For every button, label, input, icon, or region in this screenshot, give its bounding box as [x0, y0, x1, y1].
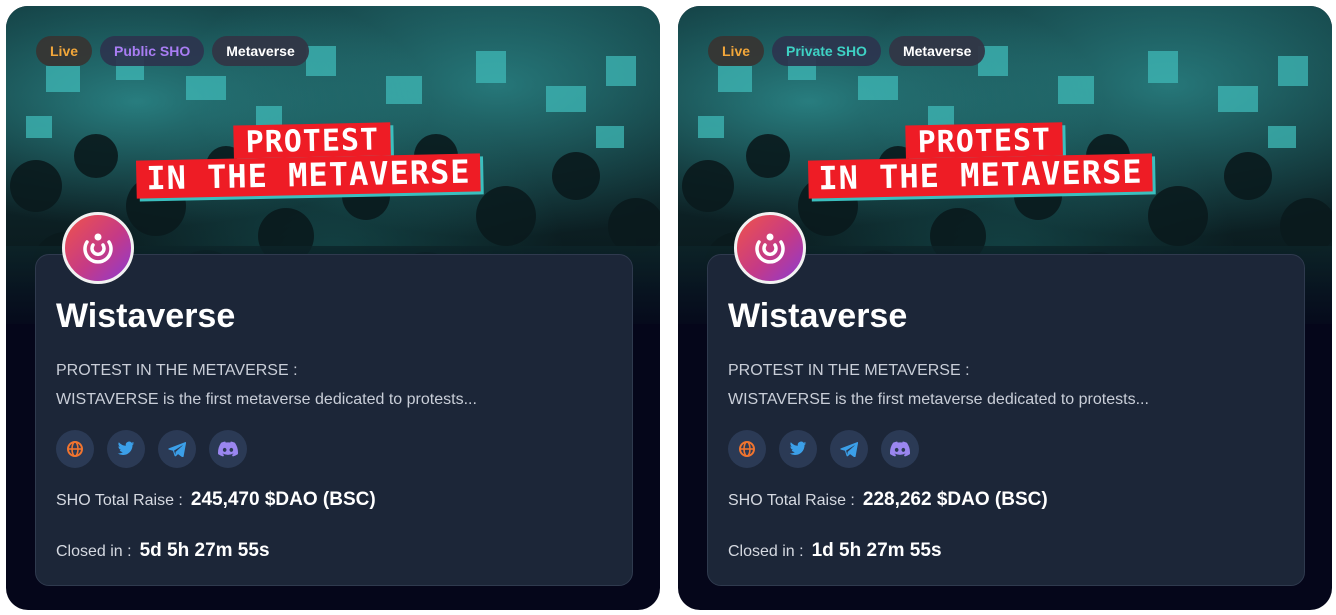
total-raise-row: SHO Total Raise : 245,470 $DAO (BSC): [56, 489, 376, 511]
project-avatar[interactable]: [62, 212, 134, 284]
telegram-link[interactable]: [158, 430, 196, 468]
closed-in-label: Closed in :: [56, 543, 132, 560]
wistaverse-logo-icon: [755, 233, 785, 264]
sale-type-badge: Public SHO: [100, 36, 205, 66]
banner-title: PROTEST IN THE METAVERSE: [807, 120, 1153, 199]
banner-title: PROTEST IN THE METAVERSE: [135, 120, 481, 199]
discord-link[interactable]: [209, 430, 247, 468]
countdown-value: 1d 5h 27m 55s: [811, 540, 942, 561]
project-description: PROTEST IN THE METAVERSE : WISTAVERSE is…: [56, 356, 616, 414]
twitter-link[interactable]: [107, 430, 145, 468]
sale-type-badge: Private SHO: [772, 36, 881, 66]
description-line-2: WISTAVERSE is the first metaverse dedica…: [728, 391, 1149, 408]
tag-list: Live Private SHO Metaverse: [708, 36, 986, 66]
total-raise-label: SHO Total Raise :: [728, 492, 855, 509]
banner-title-line-1: PROTEST: [233, 122, 392, 160]
total-raise-value: 228,262 $DAO (BSC): [862, 489, 1048, 510]
description-line-1: PROTEST IN THE METAVERSE :: [728, 362, 970, 379]
discord-icon: [218, 441, 238, 457]
sho-card-list: Live Public SHO Metaverse PROTEST IN THE…: [0, 0, 1336, 615]
banner-title-line-2: IN THE METAVERSE: [807, 153, 1153, 199]
globe-icon: [67, 441, 83, 457]
telegram-link[interactable]: [830, 430, 868, 468]
discord-icon: [890, 441, 910, 457]
status-badge: Live: [36, 36, 93, 66]
telegram-icon: [840, 442, 858, 457]
sho-card[interactable]: Live Private SHO Metaverse PROTEST IN TH…: [678, 6, 1332, 610]
banner-title-line-1: PROTEST: [905, 122, 1064, 160]
status-badge: Live: [708, 36, 765, 66]
closed-in-label: Closed in :: [728, 543, 804, 560]
total-raise-row: SHO Total Raise : 228,262 $DAO (BSC): [728, 489, 1048, 511]
closing-time-row: Closed in : 5d 5h 27m 55s: [56, 540, 270, 562]
tag-list: Live Public SHO Metaverse: [36, 36, 309, 66]
total-raise-label: SHO Total Raise :: [56, 492, 183, 509]
twitter-icon: [789, 441, 807, 456]
sho-card[interactable]: Live Public SHO Metaverse PROTEST IN THE…: [6, 6, 660, 610]
total-raise-value: 245,470 $DAO (BSC): [190, 489, 376, 510]
project-info-panel: Wistaverse PROTEST IN THE METAVERSE : WI…: [707, 254, 1305, 586]
globe-icon: [739, 441, 755, 457]
social-links: [728, 430, 919, 468]
website-link[interactable]: [728, 430, 766, 468]
twitter-link[interactable]: [779, 430, 817, 468]
project-description: PROTEST IN THE METAVERSE : WISTAVERSE is…: [728, 356, 1288, 414]
project-avatar[interactable]: [734, 212, 806, 284]
countdown-value: 5d 5h 27m 55s: [139, 540, 270, 561]
project-info-panel: Wistaverse PROTEST IN THE METAVERSE : WI…: [35, 254, 633, 586]
website-link[interactable]: [56, 430, 94, 468]
discord-link[interactable]: [881, 430, 919, 468]
banner-title-line-2: IN THE METAVERSE: [135, 153, 481, 199]
category-badge: Metaverse: [212, 36, 309, 66]
social-links: [56, 430, 247, 468]
closing-time-row: Closed in : 1d 5h 27m 55s: [728, 540, 942, 562]
wistaverse-logo-icon: [83, 233, 113, 264]
description-line-1: PROTEST IN THE METAVERSE :: [56, 362, 298, 379]
description-line-2: WISTAVERSE is the first metaverse dedica…: [56, 391, 477, 408]
telegram-icon: [168, 442, 186, 457]
twitter-icon: [117, 441, 135, 456]
project-name[interactable]: Wistaverse: [56, 297, 235, 336]
category-badge: Metaverse: [888, 36, 986, 66]
project-name[interactable]: Wistaverse: [728, 297, 907, 336]
